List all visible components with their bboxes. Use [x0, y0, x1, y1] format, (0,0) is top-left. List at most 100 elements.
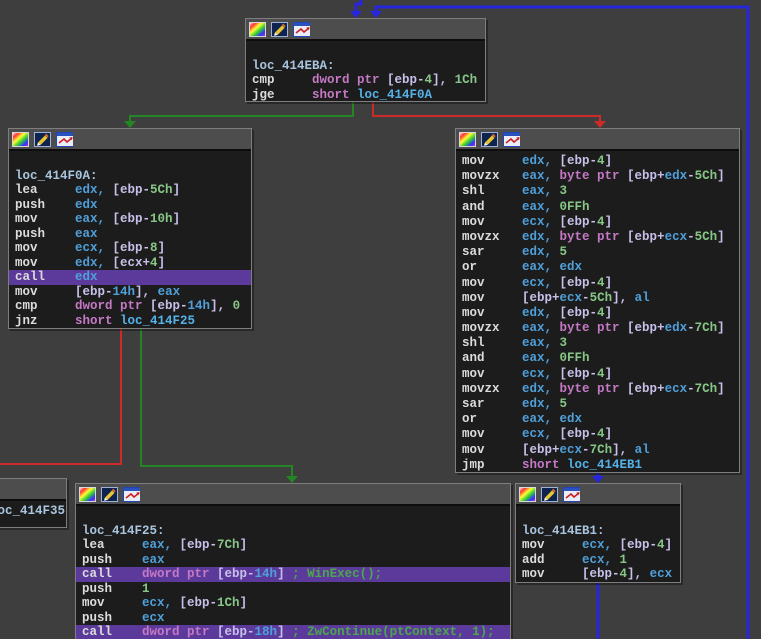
asm-label-line[interactable]: loc_414F0A: — [15, 169, 251, 184]
group-node-icon[interactable] — [123, 486, 140, 502]
asm-line[interactable]: jge short loc_414F0A — [252, 88, 485, 103]
asm-line[interactable]: push ecx — [82, 611, 510, 626]
asm-line[interactable]: and eax, 0FFh — [462, 200, 739, 215]
asm-line[interactable] — [252, 44, 485, 59]
basic-block-unlabeled-right[interactable]: mov edx, [ebp-4] movzx eax, byte ptr [ebp… — [455, 128, 740, 473]
asm-line[interactable]: mov [ebp-4], ecx — [522, 567, 680, 582]
edit-node-icon[interactable] — [541, 486, 558, 502]
block-titlebar[interactable] — [0, 479, 66, 501]
asm-label-line[interactable]: loc_414EB1: — [522, 524, 680, 539]
asm-line[interactable]: jmp short loc_414EB1 — [462, 458, 739, 473]
asm-token: mov — [462, 366, 523, 381]
asm-line[interactable]: mov edx, [ebp-4] — [462, 154, 739, 169]
asm-line[interactable]: or eax, edx — [462, 412, 739, 427]
asm-line[interactable]: jnz short loc_414F25 — [15, 314, 251, 329]
node-color-icon[interactable] — [459, 131, 476, 147]
basic-block-loc_414F35[interactable]: loc_414F35: — [0, 478, 67, 528]
asm-line[interactable]: movzx edx, byte ptr [ebp+ecx-5Ch] — [462, 230, 739, 245]
asm-line[interactable]: lea edx, [ebp-5Ch] — [15, 183, 251, 198]
node-color-icon[interactable] — [519, 486, 536, 502]
asm-token: mov — [15, 284, 76, 299]
asm-line[interactable]: cmp dword ptr [ebp-14h], 0 — [15, 299, 251, 314]
asm-line[interactable]: movzx edx, byte ptr [ebp+ecx-7Ch] — [462, 382, 739, 397]
asm-label-line[interactable]: loc_414F25: — [82, 524, 510, 539]
asm-line[interactable]: and eax, 0FFh — [462, 351, 739, 366]
asm-line[interactable]: mov edx, [ecx+4] — [15, 256, 251, 271]
asm-line[interactable]: mov ecx, [ebp-8] — [15, 241, 251, 256]
asm-line[interactable] — [15, 154, 251, 169]
asm-line[interactable]: mov edx, [ebp-4] — [462, 306, 739, 321]
asm-token: eax — [157, 284, 181, 299]
asm-line[interactable]: movzx eax, byte ptr [ebp+edx-5Ch] — [462, 169, 739, 184]
asm-line[interactable]: mov ecx, [ebp-4] — [522, 538, 680, 553]
asm-token: [ebp- — [559, 214, 598, 229]
group-node-icon[interactable] — [563, 486, 580, 502]
asm-line[interactable] — [522, 509, 680, 524]
asm-token: edx — [664, 169, 688, 184]
asm-line[interactable]: call edx — [9, 270, 251, 285]
block-titlebar[interactable] — [9, 129, 251, 151]
asm-token: edx, — [522, 245, 560, 260]
asm-token: mov — [522, 567, 583, 581]
block-titlebar[interactable] — [76, 484, 510, 506]
asm-token: jmp — [462, 457, 523, 472]
asm-line[interactable]: mov eax, [ebp-10h] — [15, 212, 251, 227]
block-titlebar[interactable] — [246, 19, 485, 41]
asm-line[interactable]: shl eax, 3 — [462, 184, 739, 199]
asm-label-line[interactable]: loc_414F35: — [0, 504, 66, 519]
group-node-icon[interactable] — [56, 131, 73, 147]
asm-line[interactable]: mov [ebp+ecx-7Ch], al — [462, 443, 739, 458]
block-body: loc_414F25: lea eax, [ebp-7Ch] push eax cal… — [76, 506, 510, 639]
asm-token: mov — [15, 241, 76, 255]
edit-node-icon[interactable] — [481, 131, 498, 147]
asm-line[interactable]: add ecx, 1 — [522, 553, 680, 568]
basic-block-loc_414F0A[interactable]: loc_414F0A: lea edx, [ebp-5Ch] push edx mov… — [8, 128, 252, 329]
block-titlebar[interactable] — [516, 484, 680, 506]
asm-label-line[interactable]: loc_414EBA: — [252, 59, 485, 74]
edit-node-icon[interactable] — [101, 486, 118, 502]
asm-token: dword ptr — [312, 73, 380, 87]
asm-line[interactable]: push eax — [15, 227, 251, 242]
asm-line[interactable]: push 1 — [82, 582, 510, 597]
edit-node-icon[interactable] — [271, 21, 288, 37]
asm-token: edx — [664, 321, 688, 336]
asm-line[interactable]: or eax, edx — [462, 260, 739, 275]
asm-token: 1 — [142, 581, 150, 596]
asm-token: ecx, — [522, 275, 560, 290]
edit-node-icon[interactable] — [34, 131, 51, 147]
block-body: loc_414F0A: lea edx, [ebp-5Ch] push edx mov… — [9, 151, 251, 328]
asm-token: short — [522, 457, 560, 472]
asm-token: mov — [462, 275, 523, 290]
asm-line[interactable]: call dword ptr [ebp-14h] ; WinExec(); — [76, 567, 510, 582]
asm-line[interactable]: movzx eax, byte ptr [ebp+edx-7Ch] — [462, 321, 739, 336]
asm-line[interactable]: push eax — [82, 553, 510, 568]
asm-line[interactable] — [82, 509, 510, 524]
group-node-icon[interactable] — [293, 21, 310, 37]
basic-block-loc_414EB1[interactable]: loc_414EB1: mov ecx, [ebp-4] add ecx, 1 mov… — [515, 483, 681, 583]
asm-line[interactable]: mov ecx, [ebp-4] — [462, 276, 739, 291]
graph-canvas[interactable]: loc_414EBA: cmp dword ptr [ebp-4], 1Ch jge… — [0, 0, 761, 639]
asm-line[interactable]: lea eax, [ebp-7Ch] — [82, 538, 510, 553]
asm-line[interactable]: mov ecx, [ebp-4] — [462, 427, 739, 442]
node-color-icon[interactable] — [249, 21, 266, 37]
group-node-icon[interactable] — [503, 131, 520, 147]
asm-line[interactable]: sar edx, 5 — [462, 397, 739, 412]
asm-line[interactable]: mov ecx, [ebp-4] — [462, 367, 739, 382]
asm-line[interactable]: mov ecx, [ebp-4] — [462, 215, 739, 230]
asm-token: ] — [604, 366, 613, 381]
node-color-icon[interactable] — [12, 131, 29, 147]
asm-line[interactable]: cmp dword ptr [ebp-4], 1Ch — [252, 73, 485, 88]
asm-line[interactable]: call dword ptr [ebp-18h] ; ZwContinue(pt… — [76, 625, 510, 639]
asm-line[interactable]: sar edx, 5 — [462, 245, 739, 260]
asm-line[interactable]: push edx — [15, 198, 251, 213]
asm-token: jnz — [15, 313, 76, 328]
block-titlebar[interactable] — [456, 129, 739, 151]
basic-block-loc_414EBA[interactable]: loc_414EBA: cmp dword ptr [ebp-4], 1Ch jge… — [245, 18, 486, 102]
basic-block-loc_414F25[interactable]: loc_414F25: lea eax, [ebp-7Ch] push eax cal… — [75, 483, 511, 639]
asm-line[interactable]: shl eax, 3 — [462, 336, 739, 351]
node-color-icon[interactable] — [79, 486, 96, 502]
asm-line[interactable]: mov [ebp-14h], eax — [15, 285, 251, 300]
asm-line[interactable]: mov [ebp+ecx-5Ch], al — [462, 291, 739, 306]
asm-line[interactable]: mov ecx, [ebp-1Ch] — [82, 596, 510, 611]
asm-token: ] — [239, 596, 248, 610]
